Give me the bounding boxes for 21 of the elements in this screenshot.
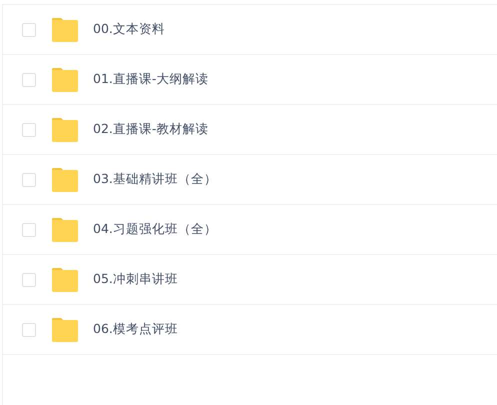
folder-icon xyxy=(51,18,79,42)
folder-icon xyxy=(51,118,79,142)
checkbox[interactable] xyxy=(22,172,36,186)
folder-icon xyxy=(51,168,79,192)
folder-name[interactable]: 03.基础精讲班（全） xyxy=(93,171,217,188)
checkbox[interactable] xyxy=(22,272,36,286)
folder-name[interactable]: 01.直播课-大纲解读 xyxy=(93,71,208,88)
checkbox[interactable] xyxy=(22,22,36,36)
folder-name[interactable]: 05.冲刺串讲班 xyxy=(93,271,178,288)
folder-name[interactable]: 06.模考点评班 xyxy=(93,321,178,338)
checkbox[interactable] xyxy=(22,222,36,236)
folder-name[interactable]: 04.习题强化班（全） xyxy=(93,221,217,238)
folder-icon xyxy=(51,68,79,92)
folder-icon xyxy=(51,268,79,292)
folder-icon xyxy=(51,318,79,342)
checkbox[interactable] xyxy=(22,72,36,86)
folder-icon xyxy=(51,218,79,242)
checkbox[interactable] xyxy=(22,322,36,336)
checkbox[interactable] xyxy=(22,122,36,136)
folder-name[interactable]: 02.直播课-教材解读 xyxy=(93,121,208,138)
folder-name[interactable]: 00.文本资料 xyxy=(93,21,165,38)
